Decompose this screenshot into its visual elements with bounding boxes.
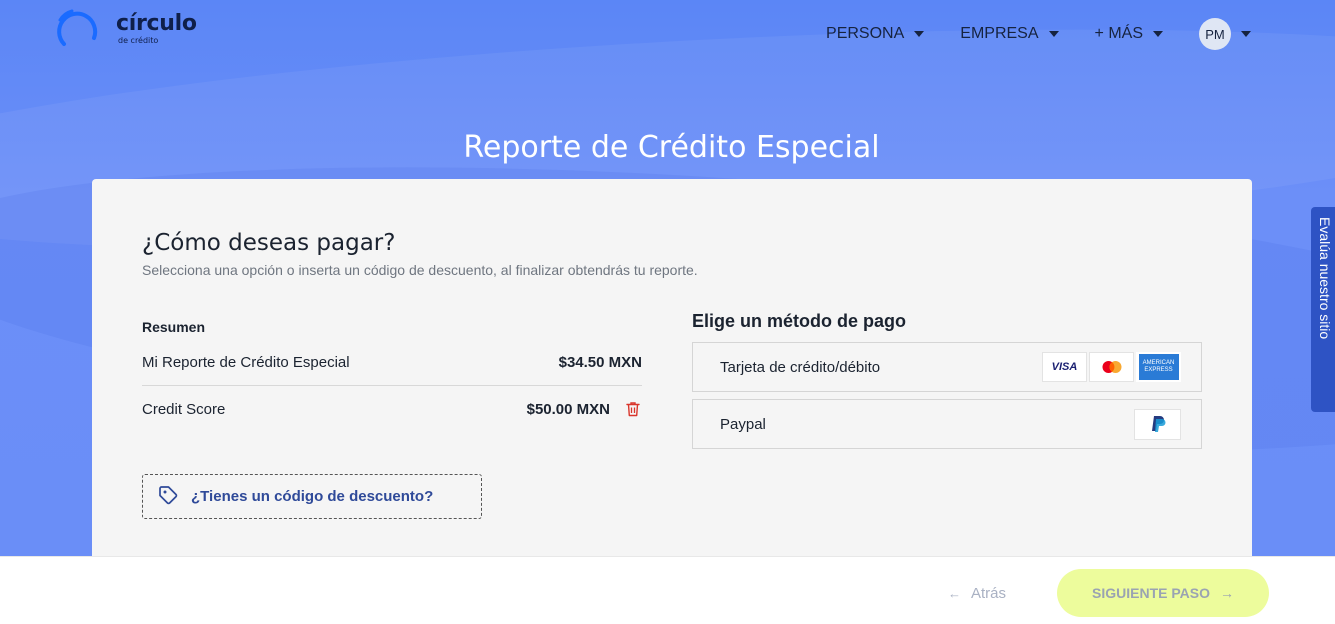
- logo[interactable]: círculo de crédito: [54, 8, 197, 50]
- back-button[interactable]: ← Atrás: [948, 585, 1006, 602]
- logo-text: círculo: [116, 11, 197, 36]
- feedback-tab-label: Evalúa nuestro sitio: [1317, 217, 1333, 340]
- summary-item-price: $50.00 MXN: [526, 400, 610, 418]
- tag-icon: [157, 484, 179, 510]
- summary-row: Credit Score $50.00 MXN: [142, 400, 642, 418]
- mastercard-icon: [1089, 352, 1134, 382]
- amex-icon: AMERICAN EXPRESS: [1136, 352, 1181, 382]
- payment-method-name: Paypal: [720, 415, 766, 433]
- card-brands: VISA AMERICAN EXPRESS: [1040, 352, 1181, 382]
- nav-persona[interactable]: PERSONA: [826, 25, 925, 43]
- payment-subheading: Selecciona una opción o inserta un códig…: [142, 262, 698, 278]
- payment-heading: ¿Cómo deseas pagar?: [142, 230, 396, 256]
- next-step-button[interactable]: SIGUIENTE PASO →: [1057, 569, 1269, 617]
- caret-down-icon: [1153, 31, 1163, 37]
- order-summary: Resumen Mi Reporte de Crédito Especial $…: [142, 319, 642, 418]
- avatar: PM: [1199, 18, 1231, 50]
- summary-title: Resumen: [142, 319, 206, 335]
- payment-card: ¿Cómo deseas pagar? Selecciona una opció…: [92, 179, 1252, 579]
- feedback-tab[interactable]: Evalúa nuestro sitio: [1311, 207, 1335, 412]
- payment-method-paypal[interactable]: Paypal: [692, 399, 1202, 449]
- nav-empresa-label: EMPRESA: [960, 25, 1039, 42]
- logo-ring-icon: [54, 8, 102, 50]
- summary-item-name: Credit Score: [142, 400, 226, 418]
- arrow-right-icon: →: [1219, 585, 1234, 601]
- summary-row: Mi Reporte de Crédito Especial $34.50 MX…: [142, 354, 642, 386]
- discount-code-label: ¿Tienes un código de descuento?: [191, 488, 434, 505]
- summary-item-price: $34.50 MXN: [558, 354, 642, 371]
- payment-method-name: Tarjeta de crédito/débito: [720, 358, 881, 376]
- next-step-label: SIGUIENTE PASO: [1092, 585, 1210, 601]
- payment-methods-title: Elige un método de pago: [692, 311, 907, 331]
- main-nav: PERSONA EMPRESA + MÁS PM: [790, 18, 1251, 50]
- visa-icon: VISA: [1042, 352, 1087, 382]
- caret-down-icon: [1241, 31, 1251, 37]
- user-menu[interactable]: PM: [1199, 18, 1251, 50]
- caret-down-icon: [914, 31, 925, 37]
- trash-icon[interactable]: [624, 400, 642, 418]
- nav-persona-label: PERSONA: [826, 25, 905, 42]
- logo-subtext: de crédito: [118, 36, 159, 45]
- caret-down-icon: [1048, 31, 1059, 37]
- nav-mas-label: + MÁS: [1094, 25, 1143, 42]
- nav-mas[interactable]: + MÁS: [1095, 25, 1163, 43]
- payment-methods: Elige un método de pago Tarjeta de crédi…: [692, 311, 1202, 449]
- nav-empresa[interactable]: EMPRESA: [960, 25, 1059, 43]
- arrow-left-icon: ←: [948, 586, 961, 601]
- discount-code-button[interactable]: ¿Tienes un código de descuento?: [142, 474, 482, 519]
- footer-bar: ← Atrás SIGUIENTE PASO →: [0, 556, 1335, 624]
- paypal-icon: [1134, 408, 1181, 440]
- page-title: Reporte de Crédito Especial: [463, 130, 880, 165]
- summary-item-name: Mi Reporte de Crédito Especial: [142, 354, 350, 371]
- payment-method-card[interactable]: Tarjeta de crédito/débito VISA AMERICAN E…: [692, 342, 1202, 392]
- back-label: Atrás: [971, 585, 1007, 602]
